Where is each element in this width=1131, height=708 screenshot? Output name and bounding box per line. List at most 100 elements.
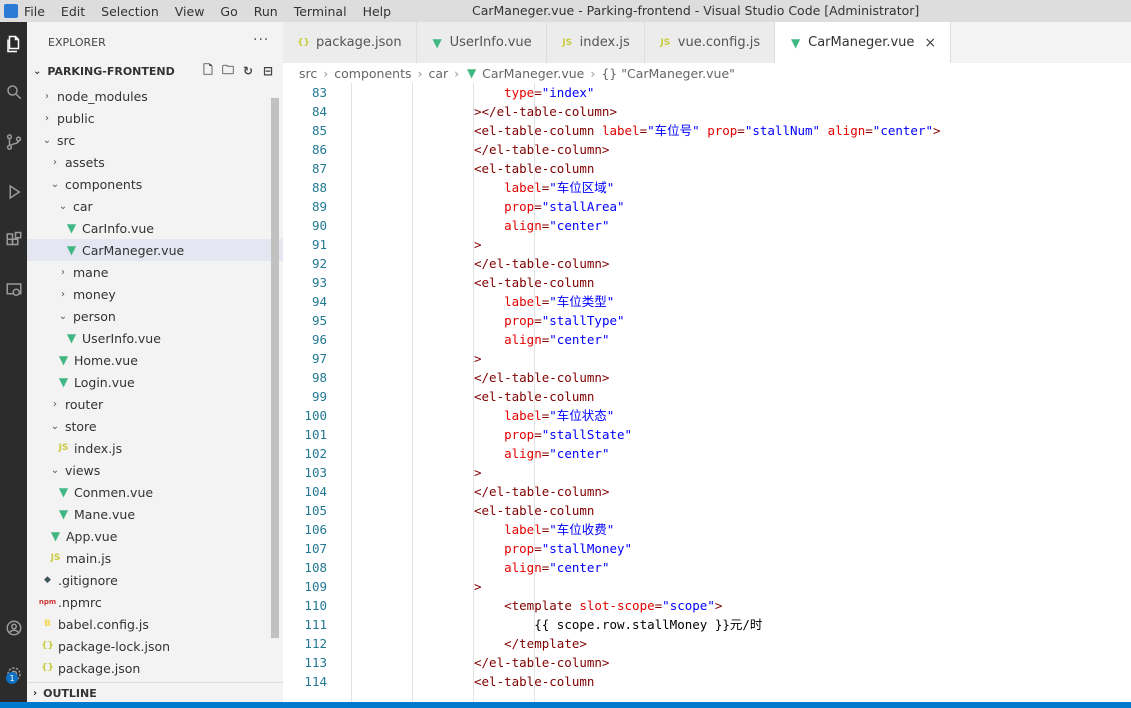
tree-folder[interactable]: ⌄ views [27,459,283,481]
tree-file[interactable]: ▼ Login.vue [27,371,283,393]
code-line: <el-table-column [474,273,941,292]
tab-package-json[interactable]: {} package.json [283,22,417,63]
menu-item-edit[interactable]: Edit [61,4,95,19]
line-number: 112 [304,636,327,651]
menu-item-terminal[interactable]: Terminal [294,4,357,19]
breadcrumb-item[interactable]: components [334,66,411,81]
code-editor[interactable]: 83 84 85 86 87 88 89 90 91 92 93 94 95 96 97 98 99 100 101… [283,83,1131,702]
code-token: "index" [541,85,595,100]
tab-vue-config-js[interactable]: JS vue.config.js [644,22,776,63]
code-token: "车位号" [647,123,708,138]
tree-file[interactable]: ▼ Home.vue [27,349,283,371]
tree-file[interactable]: ▼ App.vue [27,525,283,547]
extensions-icon[interactable] [0,224,27,256]
tree-folder[interactable]: › router [27,393,283,415]
tree-item-label: Login.vue [74,374,135,390]
project-section-header[interactable]: ⌄ PARKING-FRONTEND 🗋 🗀 ↻ ⊟ [27,60,283,82]
menu-item-selection[interactable]: Selection [101,4,169,19]
code-token: > [474,351,482,366]
code-token: align [504,332,542,347]
tree-file[interactable]: JS index.js [27,437,283,459]
tree-folder[interactable]: › public [27,107,283,129]
line-number: 104 [304,484,327,499]
code-token: "车位区域" [549,180,615,195]
status-bar [0,702,1131,708]
code-line: > [474,463,941,482]
breadcrumb-item[interactable]: {} "CarManeger.vue" [601,66,735,81]
tree-folder[interactable]: ⌄ store [27,415,283,437]
code-line: prop="stallType" [474,311,941,330]
tree-item-label: UserInfo.vue [82,330,161,346]
line-number: 84 [311,104,327,119]
tree-file[interactable]: ▼ UserInfo.vue [27,327,283,349]
tree-item-label: mane [73,264,109,280]
line-number: 107 [304,541,327,556]
tree-item-label: Mane.vue [74,506,136,522]
code-token: = [534,427,542,442]
tree-folder[interactable]: ⌄ car [27,195,283,217]
breadcrumb-item[interactable]: CarManeger.vue [482,66,584,81]
breadcrumb-item[interactable]: src [299,66,317,81]
menu-item-run[interactable]: Run [254,4,288,19]
new-file-icon[interactable]: 🗋 [201,63,215,78]
breadcrumb-separator: › [323,65,329,81]
more-actions-icon[interactable]: ··· [253,32,269,48]
remote-explorer-icon[interactable] [0,274,27,306]
chevron-right-icon: › [45,112,49,124]
menu-item-go[interactable]: Go [220,4,247,19]
code-token: {{ scope.row.stallMoney }}元/时 [534,617,763,632]
tree-folder[interactable]: › assets [27,151,283,173]
sidebar-scrollbar[interactable] [271,98,279,638]
vue-file-icon: ▼ [58,353,69,367]
tree-file[interactable]: JS main.js [27,547,283,569]
chevron-down-icon: ⌄ [42,134,52,146]
tab-carmaneger-vue[interactable]: ▼ CarManeger.vue × [775,22,952,63]
tree-file[interactable]: ▼ Conmen.vue [27,481,283,503]
close-icon[interactable]: × [924,35,936,51]
code-token: "stallType" [541,313,625,328]
code-token: "stallState" [541,427,633,442]
outline-section-header[interactable]: › OUTLINE [27,682,283,703]
code-lines: type="index" ></el-table-column> <el-table… [474,83,941,691]
line-number: 96 [311,332,327,347]
code-token: "center" [549,332,610,347]
tree-file[interactable]: npm .npmrc [27,591,283,613]
tree-folder[interactable]: › node_modules [27,85,283,107]
tree-file[interactable]: {} package.json [27,657,283,679]
run-debug-icon[interactable] [0,176,27,208]
tab-label: CarManeger.vue [808,35,915,50]
line-number: 91 [311,237,327,252]
tree-file[interactable]: ▼ CarInfo.vue [27,217,283,239]
breadcrumb-item[interactable]: car [428,66,448,81]
code-line: align="center" [474,216,941,235]
tree-item-label: router [65,396,104,412]
refresh-icon[interactable]: ↻ [241,64,255,78]
menu-item-file[interactable]: File [24,4,55,19]
tab-userinfo-vue[interactable]: ▼ UserInfo.vue [416,22,547,63]
menu-item-view[interactable]: View [175,4,215,19]
code-token: </el-table-column> [474,370,610,385]
line-number: 110 [304,598,327,613]
tree-folder[interactable]: ⌄ src [27,129,283,151]
file-tree: › node_modules › public ⌄ src › assets ⌄ componen… [27,85,283,679]
new-folder-icon[interactable]: 🗀 [221,63,235,78]
account-icon[interactable] [0,612,27,644]
js-file-icon: JS [50,553,61,563]
line-number: 103 [304,465,327,480]
tree-file[interactable]: {} package-lock.json [27,635,283,657]
tree-folder[interactable]: › mane [27,261,283,283]
tree-file[interactable]: ◆ .gitignore [27,569,283,591]
menu-item-help[interactable]: Help [363,4,402,19]
vue-file-icon: ▼ [66,243,77,257]
tree-folder[interactable]: ⌄ components [27,173,283,195]
tree-file[interactable]: ▼ CarManeger.vue [27,239,283,261]
collapse-all-icon[interactable]: ⊟ [261,64,275,78]
source-control-icon[interactable] [0,126,27,158]
files-icon[interactable] [0,28,27,60]
tab-index-js[interactable]: JS index.js [546,22,645,63]
tree-file[interactable]: Bbabel.config.js [27,613,283,635]
tree-folder[interactable]: › money [27,283,283,305]
search-icon[interactable] [0,76,27,108]
tree-folder[interactable]: ⌄ person [27,305,283,327]
tree-file[interactable]: ▼ Mane.vue [27,503,283,525]
